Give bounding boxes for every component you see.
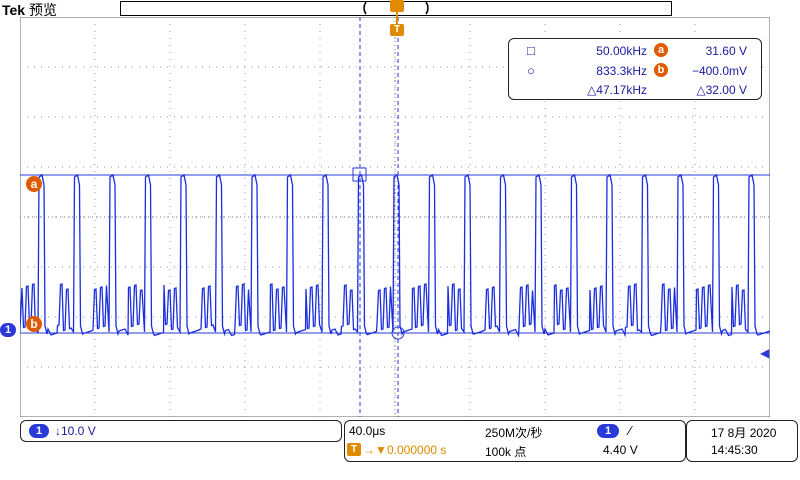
record-bracket-icon: [363, 1, 429, 15]
trigger-t-label: T: [393, 24, 401, 35]
cursor-a-freq: 50.00kHz: [596, 44, 647, 58]
arrow-left-icon: ◀: [760, 346, 770, 360]
trigger-arrow-icon: →▼: [363, 443, 387, 457]
square-cursor-icon: □: [527, 43, 535, 58]
ch1-badge: 1: [29, 424, 49, 438]
timebase-value: 40.0μs: [349, 424, 386, 438]
cursor-a-badge: a: [654, 43, 668, 57]
cursor-b-freq: 833.3kHz: [596, 64, 647, 78]
cursor-delta-freq: △47.17kHz: [587, 83, 647, 97]
mode-label: 预览: [28, 2, 57, 18]
date-label: 17 8月 2020: [711, 426, 777, 440]
rising-slope-icon: ∕: [629, 423, 632, 438]
trigger-channel-badge: 1: [597, 424, 619, 438]
trigger-pos-value: 0.000000 s: [387, 443, 447, 457]
brand-name: Tek: [2, 2, 26, 18]
cursor-delta-value: △32.00 V: [696, 83, 747, 97]
ch1-scale: ↓10.0 V: [55, 424, 96, 438]
channel-panel[interactable]: 1 ↓10.0 V: [20, 420, 342, 442]
time-label: 14:45:30: [711, 443, 758, 457]
cursor-a-level-marker[interactable]: a: [26, 176, 42, 192]
cursor-row-delta: △47.17kHz △32.00 V: [509, 82, 761, 100]
sample-rate: 250M次/秒: [485, 426, 543, 440]
cursor-a-value: 31.60 V: [705, 44, 747, 58]
trigger-level: 4.40 V: [603, 443, 638, 457]
cursor-row-a: □ 50.00kHz a 31.60 V: [509, 43, 761, 61]
record-length: 100k 点: [485, 445, 527, 459]
ch1-ground-marker[interactable]: 1: [0, 323, 16, 337]
cursor-b-level-marker[interactable]: b: [26, 316, 42, 332]
circle-cursor-icon: ○: [527, 63, 535, 78]
cursor-b-badge: b: [654, 63, 668, 77]
datetime-panel: 17 8月 2020 14:45:30: [686, 420, 798, 462]
cursor-row-b: ○ 833.3kHz b −400.0mV: [509, 63, 761, 81]
timebase-panel[interactable]: 40.0μs T →▼ 0.000000 s 250M次/秒 100k 点 1 …: [344, 420, 686, 462]
cursor-b-value: −400.0mV: [691, 64, 747, 78]
trigger-pos-icon: T: [347, 443, 361, 456]
cursor-readout-panel: □ 50.00kHz a 31.60 V ○ 833.3kHz b −400.0…: [508, 38, 762, 100]
